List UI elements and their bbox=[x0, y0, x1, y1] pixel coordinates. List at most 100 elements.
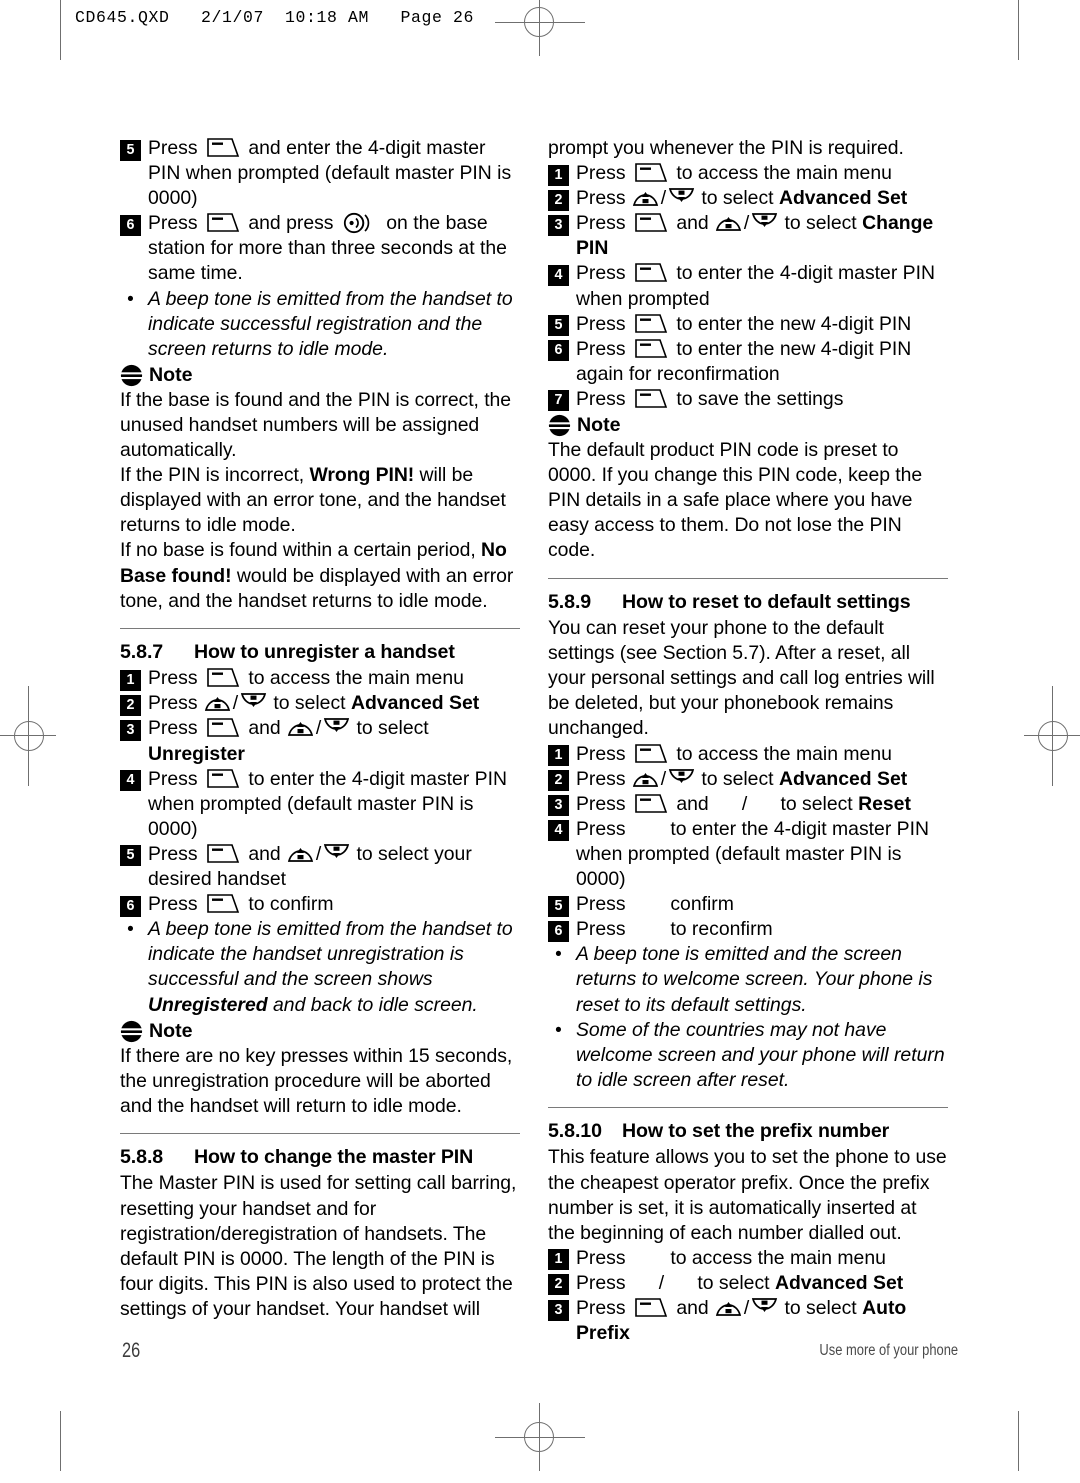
step-badge: 4 bbox=[548, 820, 569, 842]
slash-separator: / bbox=[660, 767, 667, 790]
slash-separator: / bbox=[741, 792, 748, 815]
numbered-step: 4 Press to enter the 4-digit master PIN w… bbox=[548, 817, 948, 892]
bullet-text: A beep tone is emitted from the handset … bbox=[148, 287, 513, 360]
numbered-step: 5 Press and enter the 4-digit master PIN … bbox=[120, 136, 520, 211]
numbered-step: 5 Press and / to select your desired hand… bbox=[120, 842, 520, 892]
numbered-step: 3 Press and / to select Change PIN bbox=[548, 211, 948, 261]
right-column: prompt you whenever the PIN is required.… bbox=[548, 136, 948, 1346]
step-badge: 1 bbox=[548, 164, 569, 186]
note-heading: Note bbox=[120, 1019, 520, 1044]
note-text: If no base is found within a certain per… bbox=[120, 539, 514, 612]
step-badge: 6 bbox=[120, 895, 141, 917]
nav-down-key-icon bbox=[668, 768, 695, 788]
note-label: Note bbox=[149, 1019, 193, 1042]
softkey-icon bbox=[206, 843, 240, 864]
step-text: Press and / to select Auto Prefix bbox=[576, 1297, 907, 1345]
section-heading-588: 5.8.8 How to change the master PIN bbox=[120, 1145, 520, 1170]
step-text: Press confirm bbox=[576, 893, 734, 916]
step-badge: 6 bbox=[548, 340, 569, 362]
section-title: How to set the prefix number bbox=[622, 1120, 890, 1143]
step-text: Press to access the main menu bbox=[576, 1246, 886, 1269]
numbered-step: 4 Press to enter the 4-digit master PIN w… bbox=[120, 767, 520, 842]
bullet-587: • A beep tone is emitted from the handset… bbox=[120, 917, 520, 1017]
missing-nav-key-icon bbox=[748, 794, 775, 810]
bullet-item: • A beep tone is emitted from the handset… bbox=[120, 287, 520, 362]
missing-softkey-icon bbox=[631, 819, 665, 835]
step-text: Press and / to select Unregister bbox=[148, 717, 429, 765]
step-text: Press to confirm bbox=[148, 893, 334, 916]
step-badge: 5 bbox=[120, 139, 141, 161]
numbered-step: 1 Press to access the main menu bbox=[548, 1246, 948, 1271]
nav-up-key-icon bbox=[287, 717, 314, 737]
step-text: Press to enter the 4-digit master PIN wh… bbox=[576, 262, 935, 310]
section-number: 5.8.10 bbox=[548, 1120, 602, 1143]
numbered-step: 4 Press to enter the 4-digit master PIN w… bbox=[548, 261, 948, 311]
numbered-step: 1 Press to access the main menu bbox=[548, 161, 948, 186]
nav-up-key-icon bbox=[715, 212, 742, 232]
nav-down-key-icon bbox=[668, 187, 695, 207]
step-text: Press and / to select Change PIN bbox=[576, 212, 934, 260]
step-badge: 5 bbox=[548, 895, 569, 917]
bullet-item: • A beep tone is emitted from the handset… bbox=[120, 917, 520, 1017]
page-content: 5 Press and enter the 4-digit master PIN … bbox=[0, 0, 1080, 1471]
numbered-step: 3 Press and / to select Auto Prefix bbox=[548, 1296, 948, 1346]
nav-up-key-icon bbox=[204, 692, 231, 712]
bullet-dot: • bbox=[555, 1019, 562, 1041]
bullets-589: • A beep tone is emitted and the screen r… bbox=[548, 942, 948, 1093]
softkey-icon bbox=[206, 667, 240, 688]
step-badge: 2 bbox=[548, 189, 569, 211]
note-block-1: Note If the base is found and the PIN is … bbox=[120, 363, 520, 614]
note-text: If there are no key presses within 15 se… bbox=[120, 1044, 513, 1117]
softkey-icon bbox=[206, 212, 240, 233]
emphasis-text: Advanced Set bbox=[778, 187, 908, 210]
section-intro-5810: This feature allows you to set the phone… bbox=[548, 1146, 947, 1244]
bullet-item: • A beep tone is emitted and the screen r… bbox=[548, 942, 948, 1017]
numbered-step: 2 Press / to select Advanced Set bbox=[548, 1271, 948, 1296]
step-text: Press and press on the base station for … bbox=[148, 212, 507, 285]
numbered-step: 1 Press to access the main menu bbox=[120, 666, 520, 691]
section-intro-588: The Master PIN is used for setting call … bbox=[120, 1172, 517, 1320]
slash-separator: / bbox=[660, 187, 667, 210]
note-block-2: Note The default product PIN code is pres… bbox=[548, 413, 948, 563]
softkey-icon bbox=[206, 137, 240, 158]
step-badge: 6 bbox=[548, 920, 569, 942]
numbered-step: 3 Press and / to select Unregister bbox=[120, 716, 520, 766]
nav-down-key-icon bbox=[323, 843, 350, 863]
step-badge: 7 bbox=[548, 390, 569, 412]
softkey-icon bbox=[634, 793, 668, 814]
emphasis-text: Wrong PIN! bbox=[309, 464, 415, 487]
section-number: 5.8.8 bbox=[120, 1146, 164, 1169]
nav-up-key-icon bbox=[632, 187, 659, 207]
nav-down-key-icon bbox=[240, 692, 267, 712]
softkey-icon bbox=[634, 388, 668, 409]
section-divider-5810 bbox=[548, 1106, 948, 1109]
steps-list-5810: 1 Press to access the main menu 2 Press / t… bbox=[548, 1246, 948, 1346]
step-text: Press to access the main menu bbox=[576, 742, 892, 765]
numbered-step: 1 Press to access the main menu bbox=[548, 742, 948, 767]
nav-up-key-icon bbox=[632, 768, 659, 788]
bullet-dot: • bbox=[555, 944, 562, 966]
note-text: If the base is found and the PIN is corr… bbox=[120, 388, 512, 462]
step-badge: 3 bbox=[548, 1299, 569, 1321]
emphasis-text: Advanced Set bbox=[778, 767, 908, 790]
step-text: Press / to select Advanced Set bbox=[148, 691, 520, 716]
step-text: Press to enter the new 4-digit PIN bbox=[576, 312, 912, 335]
missing-nav-key-icon bbox=[631, 1273, 658, 1289]
section-divider-587 bbox=[120, 627, 520, 630]
step-badge: 2 bbox=[120, 694, 141, 716]
slash-separator: / bbox=[315, 717, 322, 740]
steps-list-589: 1 Press to access the main menu 2 Press / t… bbox=[548, 742, 948, 943]
slash-separator: / bbox=[743, 1297, 750, 1320]
emphasis-text: Unregister bbox=[148, 742, 245, 765]
bullet-dot: • bbox=[127, 288, 134, 310]
note-icon bbox=[548, 414, 571, 437]
softkey-icon bbox=[634, 313, 668, 334]
numbered-step: 2 Press / to select Advanced Set bbox=[120, 691, 520, 716]
numbered-step: 3 Press and / to select Reset bbox=[548, 792, 948, 817]
numbered-step: 6 Press to enter the new 4-digit PIN agai… bbox=[548, 337, 948, 387]
note-block-587: Note If there are no key presses within 1… bbox=[120, 1019, 520, 1119]
nav-down-key-icon bbox=[751, 1297, 778, 1317]
continued-intro-588: prompt you whenever the PIN is required. bbox=[548, 137, 904, 159]
emphasis-text: Reset bbox=[858, 792, 911, 815]
step-text: Press to enter the 4-digit master PIN wh… bbox=[576, 817, 929, 891]
